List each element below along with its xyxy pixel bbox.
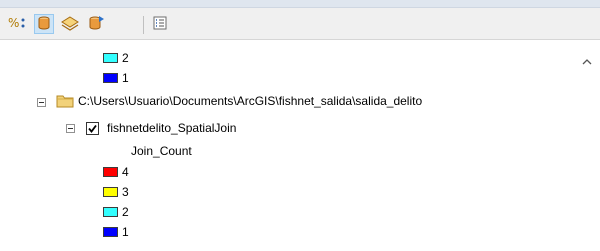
layer-item[interactable]: fishnetdelito_SpatialJoin [107, 119, 236, 137]
folder-path-label: C:\Users\Usuario\Documents\ArcGIS\fishne… [78, 94, 423, 108]
svg-text:%: % [8, 16, 19, 30]
legend-label: 2 [122, 51, 129, 65]
symbology-field-heading: Join_Count [131, 142, 192, 160]
toolbar-separator [143, 16, 144, 34]
options-icon [152, 15, 168, 34]
folder-collapse-toggle[interactable] [37, 98, 46, 107]
list-by-selection-button[interactable] [86, 14, 106, 34]
legend-item: 2 [103, 203, 129, 221]
legend-item: 3 [103, 183, 129, 201]
layer-collapse-toggle[interactable] [66, 124, 75, 133]
list-by-source-icon [36, 15, 52, 34]
list-by-visibility-button[interactable] [60, 14, 80, 34]
legend-swatch [103, 207, 118, 217]
field-name-label: Join_Count [131, 144, 192, 158]
options-button[interactable] [150, 14, 170, 34]
toc-toolbar: % [0, 8, 600, 40]
list-by-selection-icon [87, 15, 105, 34]
list-by-source-button[interactable] [34, 14, 54, 34]
legend-swatch [103, 53, 118, 63]
layer-visibility-checkbox[interactable] [86, 122, 99, 135]
legend-item: 1 [103, 223, 129, 241]
scroll-up-arrow-icon[interactable] [582, 55, 592, 65]
legend-label: 3 [122, 185, 129, 199]
legend-swatch [103, 167, 118, 177]
list-by-drawing-order-button[interactable]: % [8, 14, 28, 34]
folder-icon [56, 93, 74, 112]
legend-swatch [103, 73, 118, 83]
legend-swatch [103, 227, 118, 237]
legend-item: 1 [103, 69, 129, 87]
legend-label: 1 [122, 71, 129, 85]
legend-item: 2 [103, 49, 129, 67]
legend-label: 4 [122, 165, 129, 179]
list-by-drawing-order-icon: % [8, 14, 28, 35]
folder-path-item[interactable]: C:\Users\Usuario\Documents\ArcGIS\fishne… [78, 92, 422, 110]
layer-name: fishnetdelito_SpatialJoin [107, 121, 237, 135]
legend-swatch [103, 187, 118, 197]
window-top-strip [0, 0, 600, 8]
legend-label: 1 [122, 225, 129, 239]
list-by-visibility-icon [61, 15, 79, 34]
table-of-contents-tree: 2 1 C:\Users\Usuario\Documents\ArcGIS\fi… [0, 41, 600, 251]
legend-item: 4 [103, 163, 129, 181]
legend-label: 2 [122, 205, 129, 219]
